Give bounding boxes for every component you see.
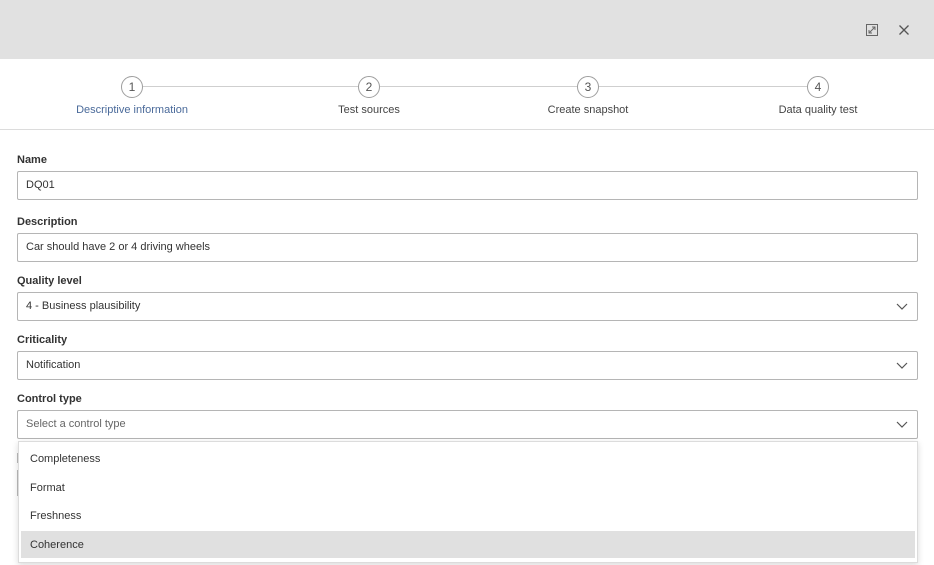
dropdown-option-completeness[interactable]: Completeness bbox=[21, 445, 915, 472]
quality-level-select[interactable]: 4 - Business plausibility bbox=[17, 292, 918, 321]
criticality-value: Notification bbox=[26, 359, 81, 371]
expand-icon[interactable] bbox=[863, 21, 881, 39]
step-2-number[interactable]: 2 bbox=[358, 76, 380, 98]
step-3-number[interactable]: 3 bbox=[577, 76, 599, 98]
criticality-label: Criticality bbox=[17, 334, 68, 346]
description-value: Car should have 2 or 4 driving wheels bbox=[26, 241, 211, 253]
step-3-label[interactable]: Create snapshot bbox=[488, 104, 688, 116]
name-label: Name bbox=[17, 154, 47, 166]
step-connector bbox=[599, 86, 807, 87]
quality-level-label: Quality level bbox=[17, 275, 82, 287]
dialog-header bbox=[0, 0, 934, 59]
chevron-down-icon bbox=[896, 362, 908, 369]
description-input[interactable]: Car should have 2 or 4 driving wheels bbox=[17, 233, 918, 262]
control-type-dropdown: Completeness Format Freshness Coherence bbox=[18, 441, 918, 563]
step-1-label[interactable]: Descriptive information bbox=[32, 104, 232, 116]
dropdown-option-coherence[interactable]: Coherence bbox=[21, 531, 915, 558]
step-2-label[interactable]: Test sources bbox=[269, 104, 469, 116]
dropdown-option-freshness[interactable]: Freshness bbox=[21, 502, 915, 529]
step-4-label[interactable]: Data quality test bbox=[718, 104, 918, 116]
step-connector bbox=[143, 86, 358, 87]
chevron-down-icon bbox=[896, 421, 908, 428]
description-label: Description bbox=[17, 216, 78, 228]
control-type-placeholder: Select a control type bbox=[26, 418, 126, 430]
stepper: 1 2 3 4 Descriptive information Test sou… bbox=[0, 59, 934, 130]
step-connector bbox=[380, 86, 577, 87]
control-type-label: Control type bbox=[17, 393, 82, 405]
control-type-select[interactable]: Select a control type bbox=[17, 410, 918, 439]
criticality-select[interactable]: Notification bbox=[17, 351, 918, 380]
name-value: DQ01 bbox=[26, 179, 55, 191]
close-icon[interactable] bbox=[895, 21, 913, 39]
chevron-down-icon bbox=[896, 303, 908, 310]
dropdown-option-format[interactable]: Format bbox=[21, 474, 915, 501]
quality-level-value: 4 - Business plausibility bbox=[26, 300, 141, 312]
step-1-number[interactable]: 1 bbox=[121, 76, 143, 98]
step-4-number[interactable]: 4 bbox=[807, 76, 829, 98]
name-input[interactable]: DQ01 bbox=[17, 171, 918, 200]
